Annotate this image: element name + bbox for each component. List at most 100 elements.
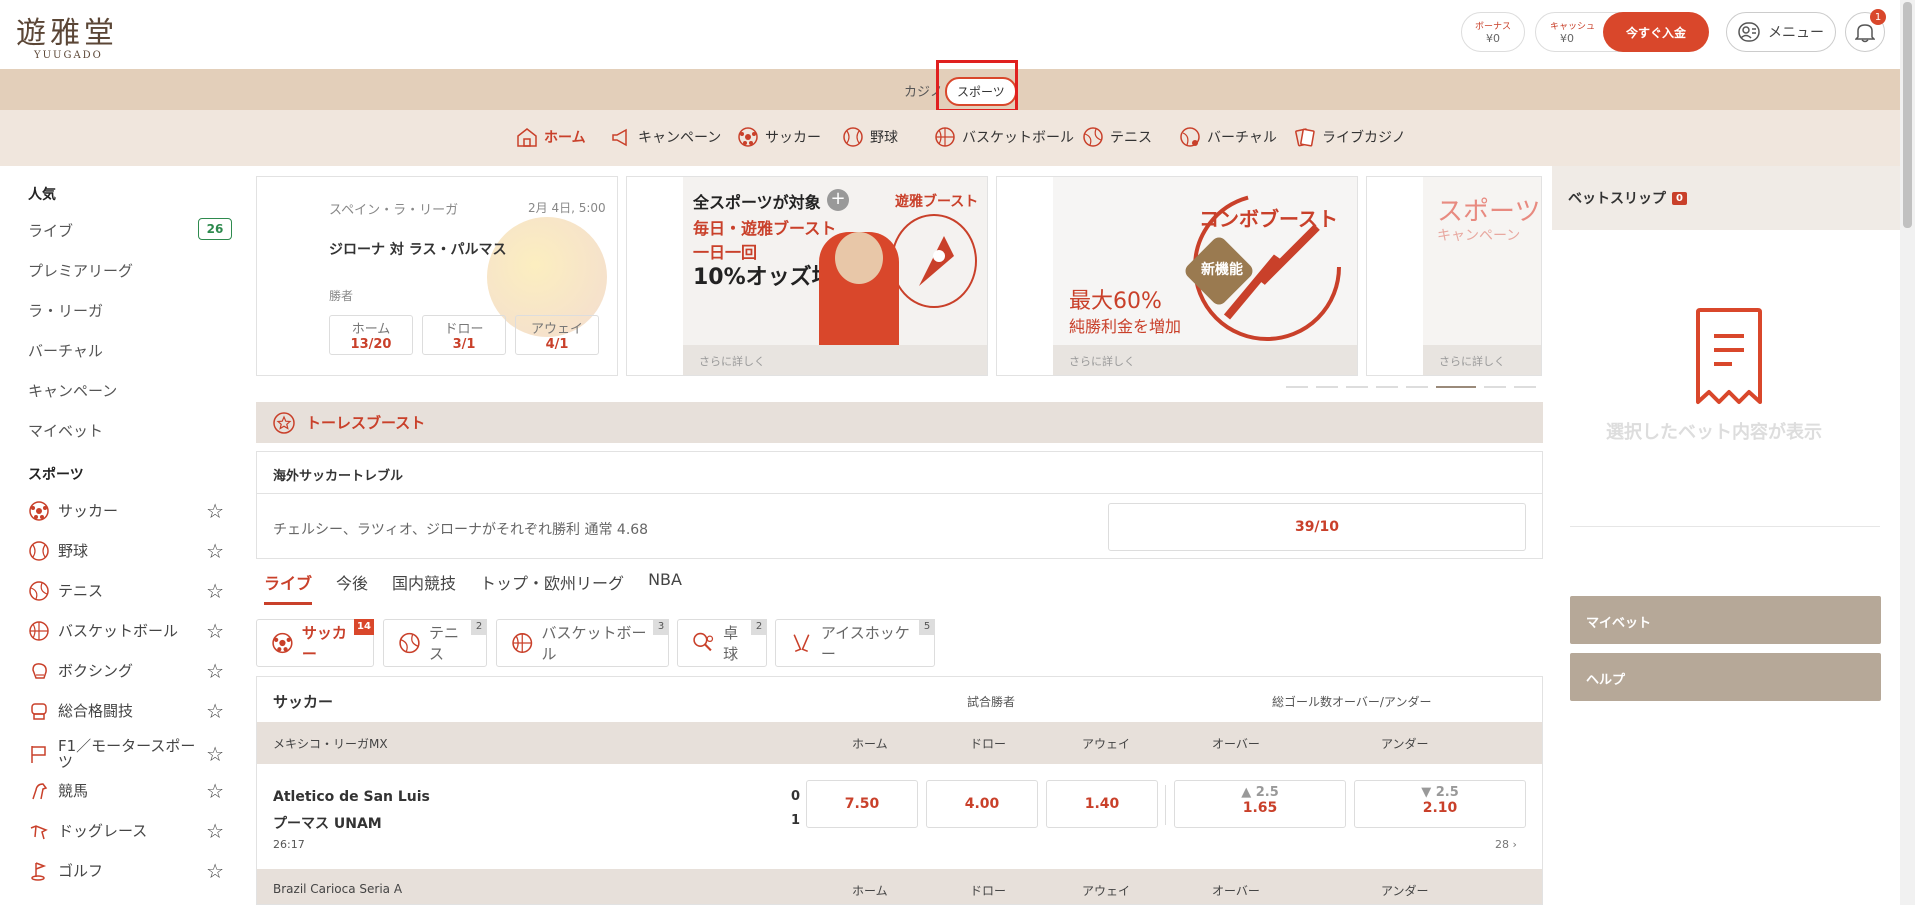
nav-live-casino[interactable]: ライブカジノ	[1294, 126, 1406, 148]
nav-home[interactable]: ホーム	[516, 126, 586, 148]
promo-more-link[interactable]: さらに詳しく	[683, 345, 987, 375]
sidebar-sport-baseball[interactable]: 野球 ☆	[28, 536, 224, 566]
sidebar-item-premier[interactable]: プレミアリーグ	[28, 260, 133, 281]
sidebar-item-campaign[interactable]: キャンペーン	[28, 380, 117, 401]
star-icon[interactable]: ☆	[206, 579, 224, 603]
odd-home-button[interactable]: 7.50	[806, 780, 918, 828]
tennis-ball-icon	[29, 581, 49, 601]
odd-over-button[interactable]: ▲ 2.5 1.65	[1174, 780, 1346, 828]
nav-basketball[interactable]: バスケットボール	[934, 126, 1074, 148]
notifications-button[interactable]: 1	[1845, 9, 1886, 52]
star-icon[interactable]: ☆	[206, 859, 224, 883]
boxing-glove-icon	[32, 663, 47, 679]
bonus-balance[interactable]: ボーナス ¥0	[1461, 12, 1525, 52]
header: 遊雅堂 YUUGADO ボーナス ¥0 キャッシュ ¥0 今すぐ入金 メニュー …	[0, 0, 1900, 69]
carousel-dot[interactable]	[1376, 386, 1398, 388]
featured-home-odd[interactable]: ホーム 13/20	[329, 315, 413, 355]
more-markets-link[interactable]: 28 ›	[1495, 838, 1517, 851]
basketball-icon	[29, 621, 49, 641]
sidebar-item-mybets[interactable]: マイベット	[28, 420, 103, 441]
league-name: Brazil Carioca Seria A	[273, 882, 403, 896]
star-icon[interactable]: ☆	[206, 819, 224, 843]
star-icon[interactable]: ☆	[206, 779, 224, 803]
odd-draw-button[interactable]: 4.00	[926, 780, 1038, 828]
tennis-ball-icon	[399, 632, 420, 654]
nav-baseball[interactable]: 野球	[842, 126, 898, 148]
betslip-header[interactable]: ベットスリップ 0	[1552, 166, 1900, 230]
promo-card-sports[interactable]: スポーツ キャンペーン さらに詳しく	[1366, 176, 1542, 376]
tab-nba[interactable]: NBA	[648, 570, 682, 605]
carousel-dot[interactable]	[1484, 386, 1506, 388]
sidebar-sport-horse-racing[interactable]: 競馬 ☆	[28, 776, 224, 806]
receipt-icon	[1696, 308, 1762, 404]
promo-card-boost[interactable]: 全スポーツが対象 + 毎日・遊雅ブースト 一日一回 10%オッズ増強 遊雅ブース…	[626, 176, 988, 376]
chip-tennis[interactable]: テニス 2	[383, 619, 487, 667]
nav-label: ライブカジノ	[1322, 130, 1406, 146]
col-draw: ドロー	[970, 884, 1007, 898]
betslip-empty-text: 選択したベット内容が表示	[1606, 422, 1822, 443]
sidebar-sport-greyhound[interactable]: ドッグレース ☆	[28, 816, 224, 846]
col-home: ホーム	[852, 737, 888, 751]
sidebar-sport-boxing[interactable]: ボクシング ☆	[28, 656, 224, 686]
page-scrollbar[interactable]	[1900, 0, 1915, 905]
featured-away-odd[interactable]: アウェイ 4/1	[515, 315, 599, 355]
sidebar-sport-golf[interactable]: ゴルフ ☆	[28, 856, 224, 886]
live-soccer-table: サッカー 試合勝者 総ゴール数オーバー/アンダー メキシコ・リーガMX ホーム …	[256, 676, 1543, 905]
racing-flag-icon	[31, 746, 46, 763]
sidebar-item-virtual[interactable]: バーチャル	[28, 340, 103, 361]
sidebar-sport-soccer[interactable]: サッカー ☆	[28, 496, 224, 526]
tab-upcoming[interactable]: 今後	[336, 570, 368, 605]
chip-count: 2	[471, 619, 487, 635]
sidebar-sport-basketball[interactable]: バスケットボール ☆	[28, 616, 224, 646]
carousel-dot[interactable]	[1286, 386, 1308, 388]
odd-under-button[interactable]: ▼ 2.5 2.10	[1354, 780, 1526, 828]
tab-top-europe[interactable]: トップ・欧州リーグ	[480, 570, 624, 605]
carousel-dots	[1286, 386, 1546, 390]
promo-card-combo[interactable]: コンボブースト 新機能 最大60% 純勝利金を増加 さらに詳しく	[996, 176, 1358, 376]
star-icon[interactable]: ☆	[206, 619, 224, 643]
nav-soccer[interactable]: サッカー	[737, 126, 821, 148]
menu-button[interactable]: メニュー	[1726, 12, 1836, 52]
carousel-dot-active[interactable]	[1436, 386, 1476, 388]
sidebar-item-live[interactable]: ライブ	[28, 220, 73, 241]
carousel-dot[interactable]	[1406, 386, 1428, 388]
chip-soccer[interactable]: サッカー 14	[256, 619, 374, 667]
carousel-dot[interactable]	[1514, 386, 1536, 388]
sidebar-sport-motorsport[interactable]: F1／モータースポーツ ☆	[28, 736, 224, 772]
carousel-dot[interactable]	[1316, 386, 1338, 388]
mybets-button[interactable]: マイベット	[1570, 596, 1881, 644]
torres-boost-section[interactable]: トーレスブースト	[256, 402, 1543, 443]
chip-ice-hockey[interactable]: アイスホッケー 5	[775, 619, 935, 667]
star-circle-icon	[273, 411, 295, 434]
tab-live[interactable]: ライブ	[264, 570, 313, 605]
sidebar-sport-mma[interactable]: 総合格闘技 ☆	[28, 696, 224, 726]
scrollbar-thumb[interactable]	[1903, 2, 1912, 228]
star-icon[interactable]: ☆	[206, 539, 224, 563]
promo-big: 最大60%	[1069, 289, 1162, 314]
logo-main: 遊雅堂	[16, 16, 118, 51]
star-icon[interactable]: ☆	[206, 659, 224, 683]
featured-match-card[interactable]: スペイン・ラ・リーガ 2月 4日, 5:00 ジローナ 対 ラス・パルマス 勝者…	[256, 176, 618, 376]
tab-domestic[interactable]: 国内競技	[392, 570, 456, 605]
sidebar-item-laliga[interactable]: ラ・リーガ	[28, 300, 103, 321]
soccer-ball-icon	[29, 501, 49, 521]
odd-away-button[interactable]: 1.40	[1046, 780, 1158, 828]
star-icon[interactable]: ☆	[206, 742, 224, 766]
nav-campaign[interactable]: キャンペーン	[610, 126, 721, 148]
featured-draw-odd[interactable]: ドロー 3/1	[422, 315, 506, 355]
deposit-button[interactable]: 今すぐ入金	[1603, 12, 1709, 52]
chip-basketball[interactable]: バスケットボール 3	[496, 619, 669, 667]
promo-more-link[interactable]: さらに詳しく	[1423, 345, 1541, 375]
chip-table-tennis[interactable]: 卓球 2	[677, 619, 767, 667]
treble-odd-button[interactable]: 39/10	[1108, 503, 1526, 551]
nav-tennis[interactable]: テニス	[1082, 126, 1152, 148]
over-odd: 1.65	[1242, 800, 1278, 816]
sidebar-sport-tennis[interactable]: テニス ☆	[28, 576, 224, 606]
carousel-dot[interactable]	[1346, 386, 1368, 388]
star-icon[interactable]: ☆	[206, 499, 224, 523]
promo-more-link[interactable]: さらに詳しく	[1053, 345, 1357, 375]
nav-virtual[interactable]: バーチャル	[1179, 126, 1277, 148]
logo[interactable]: 遊雅堂 YUUGADO	[16, 8, 118, 61]
help-button[interactable]: ヘルプ	[1570, 653, 1881, 701]
star-icon[interactable]: ☆	[206, 699, 224, 723]
